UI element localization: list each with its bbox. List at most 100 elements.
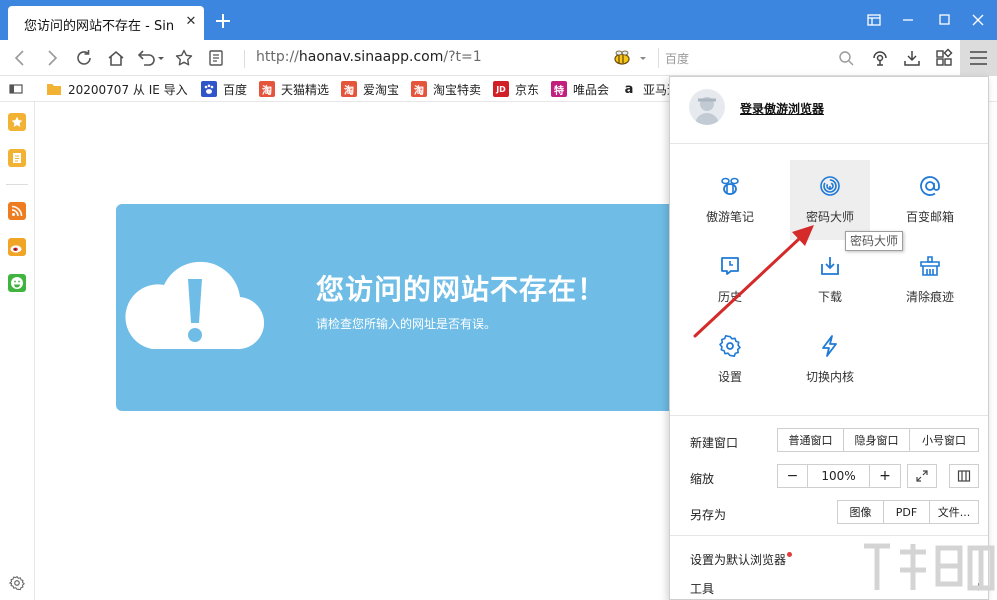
save-image-button[interactable]: 图像 [838,501,884,523]
zoom-label: 缩放 [690,472,715,486]
bookmark-item[interactable]: 特 唯品会 [551,80,609,98]
zoom-controls: − 100% + [777,464,901,488]
tao-icon: 淘 [341,81,357,97]
new-tab-button[interactable] [212,10,234,32]
address-bar[interactable]: http://haonav.sinaapp.com/?t=1 [256,49,482,65]
cloud-alert-icon [124,249,264,359]
smile-icon[interactable] [8,274,26,292]
bookmark-item[interactable]: 淘 淘宝特卖 [411,80,481,98]
fullscreen-icon[interactable] [907,464,937,488]
jd-icon: JD [493,81,509,97]
bee-icon [718,174,742,198]
history-menu-item[interactable]: 历史 [690,240,770,320]
grid-label: 切换内核 [805,370,854,384]
login-link[interactable]: 登录傲游浏览器 [740,100,824,117]
rss-icon[interactable] [8,202,26,220]
new-window-label: 新建窗口 [690,436,739,450]
bookmark-label: 爱淘宝 [363,82,400,97]
grid-label: 密码大师 [805,210,854,224]
weibo-icon[interactable] [8,238,26,256]
minimize-button[interactable] [896,8,920,32]
save-as-group: 图像 PDF 文件... [837,500,979,524]
refresh-icon[interactable] [72,46,96,70]
grid-label: 傲游笔记 [705,210,754,224]
mail-menu-item[interactable]: 百变邮箱 [890,160,970,240]
alt-account-window-button[interactable]: 小号窗口 [910,429,978,451]
notes-menu-item[interactable]: 傲游笔记 [690,160,770,240]
url-separator [244,50,245,68]
home-icon[interactable] [104,46,128,70]
favorite-star-icon[interactable] [172,46,196,70]
tab-close-icon[interactable]: ✕ [184,15,198,29]
vip-icon: 特 [551,81,567,97]
search-input[interactable]: 百度 [658,48,858,68]
save-pdf-button[interactable]: PDF [884,501,930,523]
bookmark-label: 百度 [223,82,248,97]
error-subtitle: 请检查您所输入的网址是否有误。 [316,317,497,331]
download-icon [818,254,842,278]
fingerprint-icon [818,174,842,198]
user-sync-icon[interactable] [868,46,892,70]
save-file-button[interactable]: 文件... [930,501,978,523]
normal-window-button[interactable]: 普通窗口 [778,429,844,451]
download-icon[interactable] [900,46,924,70]
search-placeholder: 百度 [665,52,690,66]
grid-label: 百变邮箱 [905,210,954,224]
private-window-button[interactable]: 隐身窗口 [844,429,910,451]
menu-divider [670,535,988,536]
grid-label: 清除痕迹 [905,290,954,304]
forward-icon[interactable] [40,46,64,70]
save-as-label: 另存为 [690,508,727,522]
bookmark-item[interactable]: 淘 爱淘宝 [341,80,399,98]
tao-icon: 淘 [411,81,427,97]
title-bar: 您访问的网站不存在 - Sina App ✕ [0,0,997,40]
undo-close-icon[interactable] [134,46,166,70]
amazon-icon: a [621,81,637,97]
bookmark-label: 天猫精选 [281,82,330,97]
clean-icon [918,254,942,278]
bookmark-item[interactable]: 20200707 从 IE 导入 [46,80,188,98]
reader-mode-icon[interactable] [204,46,228,70]
close-window-button[interactable] [966,8,990,32]
folder-icon [46,81,62,97]
tao-icon: 淘 [259,81,275,97]
bookmark-item[interactable]: JD 京东 [493,80,539,98]
bookmark-label: 唯品会 [573,82,610,97]
navigation-toolbar: http://haonav.sinaapp.com/?t=1 百度 [0,40,997,76]
active-tab[interactable]: 您访问的网站不存在 - Sina App ✕ [8,6,204,40]
maximize-button[interactable] [932,8,956,32]
bolt-icon [818,334,842,358]
watermark-logo [860,540,997,600]
split-view-icon[interactable] [949,464,979,488]
sidebar-settings-icon[interactable] [8,574,26,592]
zoom-in-button[interactable]: + [870,465,900,487]
clean-traces-menu-item[interactable]: 清除痕迹 [890,240,970,320]
extensions-icon[interactable] [932,46,956,70]
set-default-browser-item[interactable]: 设置为默认浏览器 [690,551,793,568]
grid-label: 历史 [717,290,742,304]
switch-engine-menu-item[interactable]: 切换内核 [790,320,870,400]
download-menu-item[interactable]: 下载 [790,240,870,320]
bookmarks-toggle-icon[interactable] [8,80,24,98]
password-master-menu-item[interactable]: 密码大师 [790,160,870,240]
bookmark-label: 京东 [515,82,540,97]
notes-icon[interactable] [8,149,26,167]
bookmark-item[interactable]: 淘 天猫精选 [259,80,329,98]
baidu-icon [201,81,217,97]
zoom-out-button[interactable]: − [778,465,808,487]
search-icon[interactable] [834,46,858,70]
settings-menu-item[interactable]: 设置 [690,320,770,400]
error-title: 您访问的网站不存在！ [316,273,607,306]
sidebar-toggle-icon[interactable] [862,8,886,32]
new-window-group: 普通窗口 隐身窗口 小号窗口 [777,428,979,452]
back-icon[interactable] [8,46,32,70]
left-sidebar [0,102,35,600]
tools-menu-item[interactable]: 工具 [690,580,714,597]
search-engine-bee-icon[interactable] [610,46,650,70]
settings-icon [718,334,742,358]
avatar[interactable] [689,89,725,125]
bookmark-item[interactable]: 百度 [201,80,247,98]
main-menu-button[interactable] [960,40,997,76]
url-host: haonav.sinaapp.com [298,49,444,65]
favorites-star-icon[interactable] [8,113,26,131]
